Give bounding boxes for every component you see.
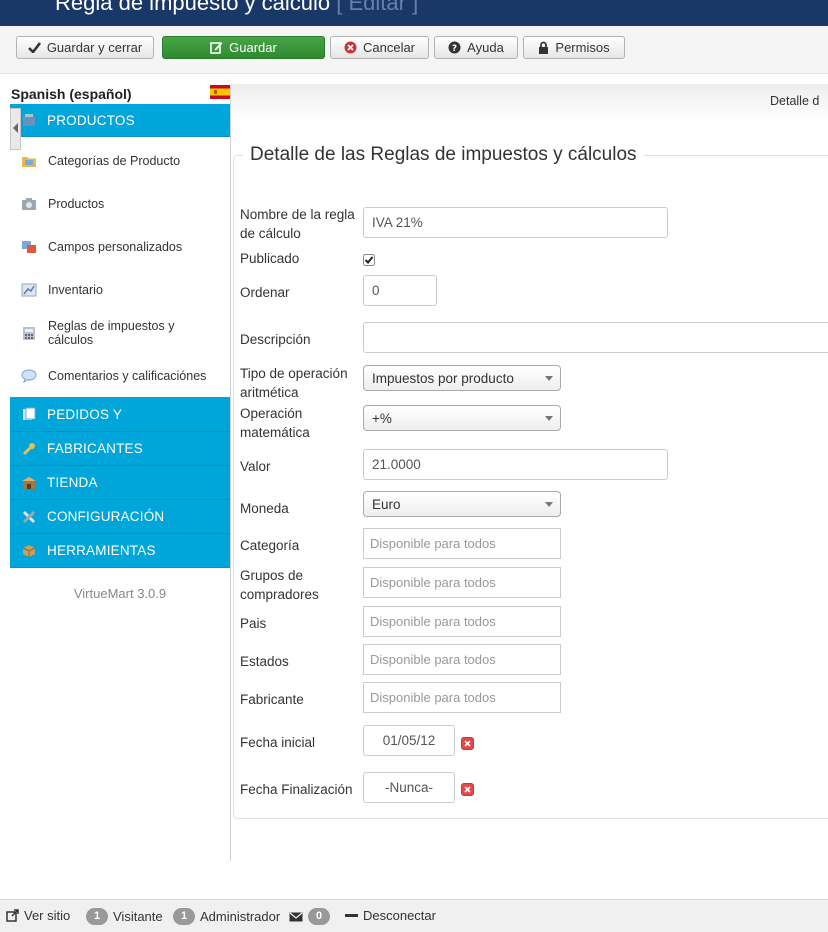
store-icon <box>21 476 36 489</box>
shopper-groups-input[interactable]: Disponible para todos <box>363 567 561 598</box>
tab-detail[interactable]: Detalle d <box>770 94 819 108</box>
fieldset-legend: Detalle de las Reglas de impuestos y cál… <box>243 144 644 166</box>
cancel-icon <box>344 41 357 54</box>
save-button[interactable]: Guardar <box>162 36 325 59</box>
chevron-down-icon <box>545 376 553 381</box>
custom-fields-icon <box>22 240 36 253</box>
country-input[interactable]: Disponible para todos <box>363 606 561 637</box>
chevron-down-icon <box>545 416 553 421</box>
page-header: Regla de impuesto y cálculo [ Editar ] <box>0 0 828 26</box>
check-icon <box>27 42 41 53</box>
tools-icon <box>22 510 35 523</box>
orders-icon <box>22 407 35 420</box>
visitors-indicator: 1 Visitante <box>86 908 163 925</box>
camera-icon <box>22 197 36 210</box>
start-date-input[interactable]: 01/05/12 <box>363 725 455 756</box>
math-operation-label: Operación matemática <box>240 406 310 440</box>
operation-type-label: Tipo de operación aritmética <box>240 366 348 400</box>
value-input[interactable]: 21.0000 <box>363 449 668 480</box>
toolbar: Guardar y cerrar Guardar Cancelar ? Ayud… <box>0 26 828 74</box>
description-input[interactable] <box>363 322 828 353</box>
comments-icon <box>21 369 37 383</box>
category-input[interactable]: Disponible para todos <box>363 528 561 559</box>
admins-badge: 1 <box>173 908 195 925</box>
wrench-icon <box>22 442 35 455</box>
minus-icon <box>345 914 358 917</box>
sidebar-item-categories[interactable]: Categorías de Producto <box>10 152 230 169</box>
lock-icon <box>539 41 549 54</box>
help-icon: ? <box>448 41 461 54</box>
sidebar-item-tax-rules[interactable]: Reglas de impuestos y cálculos <box>10 318 230 348</box>
clear-end-date-icon[interactable] <box>461 783 474 796</box>
name-input[interactable]: IVA 21% <box>363 207 668 238</box>
clear-start-date-icon[interactable] <box>461 737 474 750</box>
operation-type-select[interactable]: Impuestos por producto <box>363 365 561 391</box>
chart-icon <box>21 283 37 296</box>
country-label: Pais <box>240 616 267 631</box>
view-site-link[interactable]: Ver sitio <box>6 908 70 923</box>
category-label: Categoría <box>240 538 300 553</box>
messages-badge: 0 <box>308 908 330 925</box>
menu-products[interactable]: PRODUCTOS <box>10 104 230 137</box>
sidebar-item-products[interactable]: Productos <box>10 195 230 212</box>
page-subtitle: [ Editar ] <box>336 0 419 15</box>
published-label: Publicado <box>240 251 300 266</box>
chevron-down-icon <box>545 502 553 507</box>
help-button[interactable]: ? Ayuda <box>434 36 518 59</box>
end-date-input[interactable]: -Nunca- <box>363 772 455 803</box>
menu-configuration[interactable]: CONFIGURACIÓN <box>10 500 230 534</box>
currency-label: Moneda <box>240 501 289 516</box>
order-label: Ordenar <box>240 285 290 300</box>
calculator-icon <box>23 326 35 340</box>
package-icon <box>22 544 35 557</box>
rule-detail-fieldset <box>233 155 828 819</box>
sidebar-item-custom-fields[interactable]: Campos personalizados <box>10 238 230 255</box>
sidebar-divider <box>230 84 231 861</box>
version-label: VirtueMart 3.0.9 <box>73 586 167 601</box>
states-label: Estados <box>240 654 289 669</box>
value-label: Valor <box>240 459 271 474</box>
folder-icon <box>22 156 36 167</box>
cancel-button[interactable]: Cancelar <box>330 36 429 59</box>
save-close-button[interactable]: Guardar y cerrar <box>16 36 154 59</box>
logout-link[interactable]: Desconectar <box>345 908 436 923</box>
description-label: Descripción <box>240 332 311 347</box>
messages-indicator[interactable]: 0 <box>289 908 330 925</box>
external-link-icon <box>6 909 19 922</box>
currency-select[interactable]: Euro <box>363 491 561 517</box>
menu-orders[interactable]: PEDIDOS Y <box>10 397 230 432</box>
envelope-icon <box>289 912 303 921</box>
menu-store[interactable]: TIENDA <box>10 466 230 500</box>
tab-strip <box>231 84 828 120</box>
order-input[interactable]: 0 <box>363 275 437 306</box>
math-operation-select[interactable]: +% <box>363 405 561 431</box>
svg-text:?: ? <box>452 44 457 54</box>
end-date-label: Fecha Finalización <box>240 782 353 797</box>
shopper-groups-label: Grupos de compradores <box>240 568 319 602</box>
sidebar-item-inventory[interactable]: Inventario <box>10 281 230 298</box>
language-label: Spanish (español) <box>11 86 132 102</box>
products-icon <box>22 114 35 126</box>
published-checkbox[interactable] <box>363 254 375 266</box>
permissions-button[interactable]: Permisos <box>523 36 625 59</box>
menu-tools[interactable]: HERRAMIENTAS <box>10 534 230 568</box>
visitors-badge: 1 <box>86 908 108 925</box>
start-date-label: Fecha inicial <box>240 735 316 750</box>
status-bar: Ver sitio 1 Visitante 1 Administrador 0 … <box>0 899 828 932</box>
sidebar-item-reviews[interactable]: Comentarios y calificaciónes <box>10 367 230 384</box>
name-label: Nombre de la regla de cálculo <box>240 207 355 241</box>
spain-flag-icon[interactable] <box>210 85 230 99</box>
admins-indicator: 1 Administrador <box>173 908 280 925</box>
edit-icon <box>210 42 223 54</box>
sidebar-collapse-handle[interactable] <box>10 108 21 150</box>
page-title: Regla de impuesto y cálculo [ Editar ] <box>55 0 418 16</box>
manufacturer-input[interactable]: Disponible para todos <box>363 682 561 713</box>
states-input[interactable]: Disponible para todos <box>363 644 561 675</box>
manufacturer-label: Fabricante <box>240 692 304 707</box>
menu-manufacturers[interactable]: FABRICANTES <box>10 432 230 466</box>
